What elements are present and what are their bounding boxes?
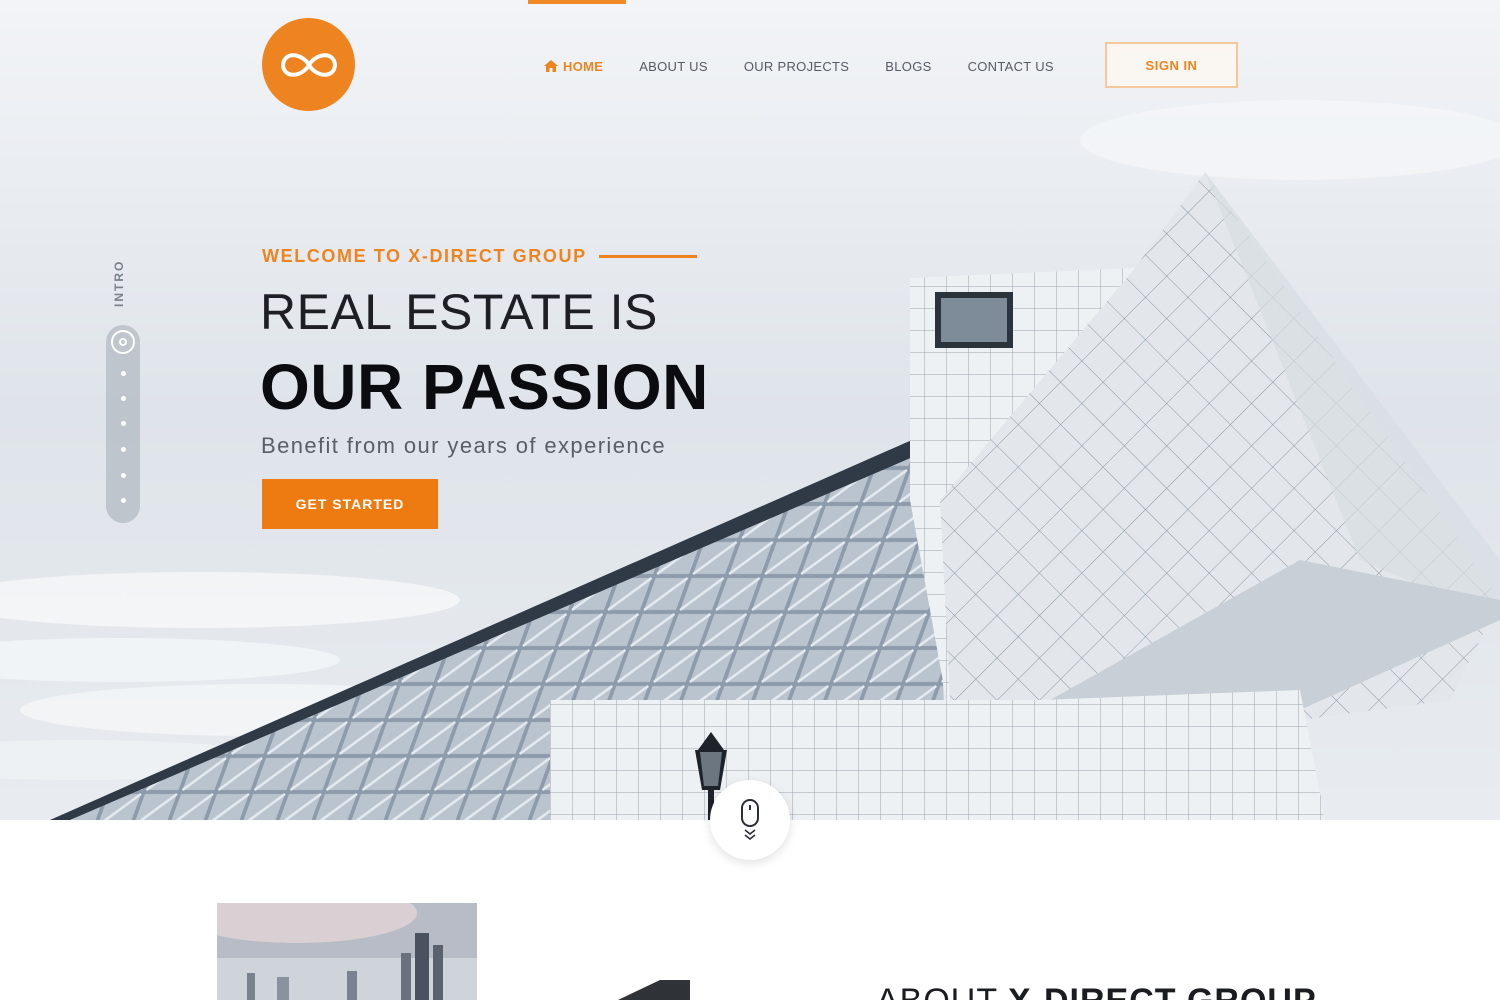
nav-label-about-us: ABOUT US — [639, 58, 708, 74]
infinity-logo-icon[interactable] — [262, 18, 355, 111]
nav-item-about-us[interactable]: ABOUT US — [639, 56, 708, 76]
building-illustration — [50, 172, 1500, 820]
side-nav-dot[interactable] — [121, 371, 126, 376]
nav-item-blogs[interactable]: BLOGS — [885, 56, 931, 76]
nav-item-contact-us[interactable]: CONTACT US — [968, 56, 1054, 76]
side-nav-dot[interactable] — [121, 473, 126, 478]
get-started-button[interactable]: GET STARTED — [262, 479, 438, 529]
home-icon — [544, 60, 558, 72]
nav-label-blogs: BLOGS — [885, 58, 932, 74]
kicker-divider — [598, 255, 697, 258]
about-section-title: ABOUT X-DIRECT GROUP — [876, 982, 1317, 1000]
hero-subline: Benefit from our years of experience — [261, 433, 667, 458]
side-nav-dot[interactable] — [121, 396, 126, 401]
side-nav-intro-label: INTRO — [112, 259, 126, 307]
side-nav-dot[interactable] — [121, 447, 126, 452]
nav-label-contact-us: CONTACT US — [967, 58, 1054, 74]
scroll-down-button[interactable] — [710, 780, 790, 860]
hero-headline-light: REAL ESTATE IS — [260, 284, 658, 340]
sign-in-button[interactable]: SIGN IN — [1105, 42, 1238, 88]
side-nav-active-dot[interactable] — [111, 330, 135, 354]
hero-headline-bold: OUR PASSION — [260, 351, 709, 423]
about-number-graphic — [618, 980, 690, 1000]
about-title-light: ABOUT — [876, 982, 1008, 1000]
side-nav-dot[interactable] — [121, 498, 126, 503]
nav-label-home: HOME — [563, 58, 604, 74]
side-nav-dot[interactable] — [121, 421, 126, 426]
side-section-nav — [106, 325, 140, 523]
nav-item-home[interactable]: HOME — [544, 56, 603, 76]
mouse-scroll-icon — [741, 799, 759, 841]
hero-section — [0, 0, 1500, 820]
hero-kicker: WELCOME TO X-DIRECT GROUP — [262, 246, 697, 267]
nav-item-our-projects[interactable]: OUR PROJECTS — [744, 56, 849, 76]
landing-page: HOME ABOUT US OUR PROJECTS BLOGS CONTACT… — [0, 0, 1500, 1000]
top-accent-bar — [528, 0, 626, 4]
nav-label-our-projects: OUR PROJECTS — [743, 58, 850, 74]
about-title-bold: X-DIRECT GROUP — [1008, 982, 1317, 1000]
infinity-symbol-icon — [280, 52, 337, 77]
about-city-image — [217, 903, 477, 1000]
main-nav: HOME ABOUT US OUR PROJECTS BLOGS CONTACT… — [544, 56, 1090, 76]
hero-kicker-text: WELCOME TO X-DIRECT GROUP — [262, 246, 587, 266]
